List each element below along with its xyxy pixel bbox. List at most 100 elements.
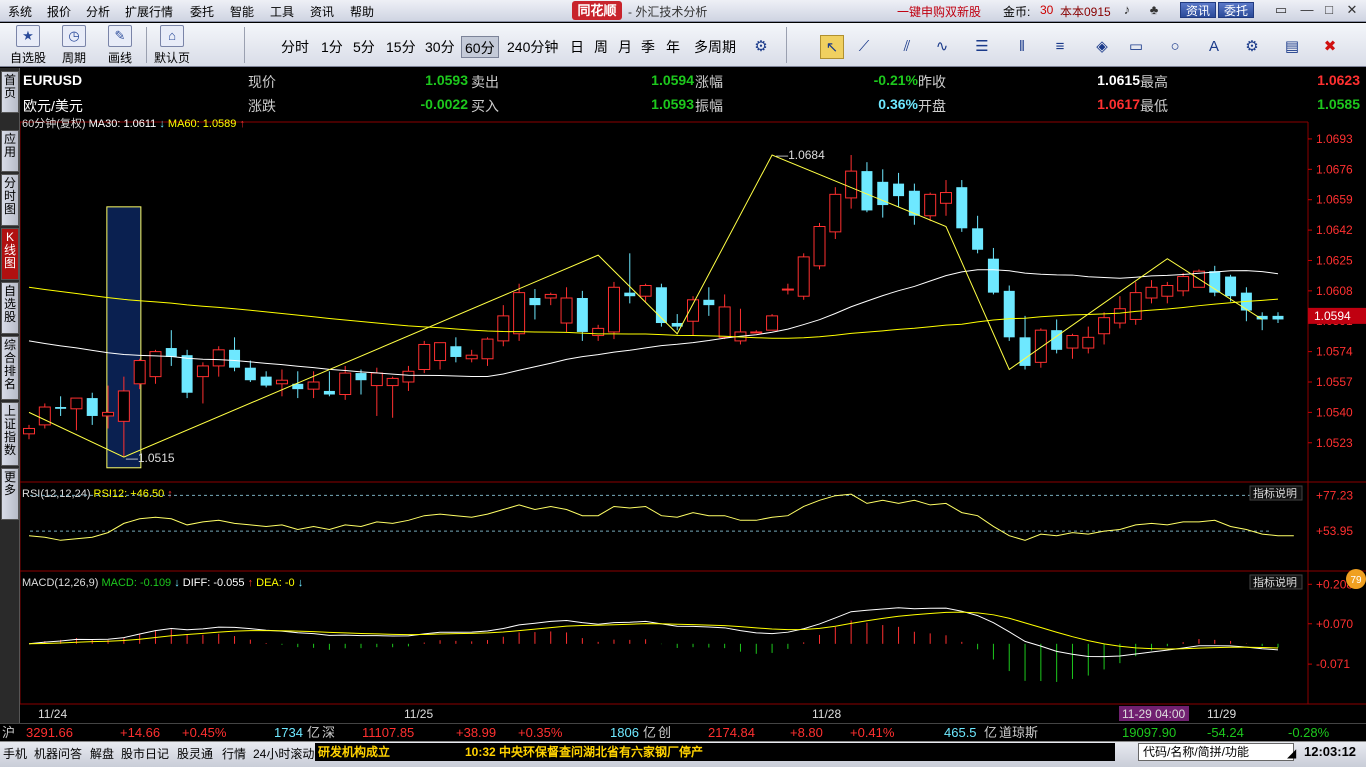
side-tab-timeshare[interactable]: 分时图 [1, 174, 19, 226]
draw-button[interactable]: ✎ 画线 [98, 25, 142, 65]
account-name[interactable]: 本本0915 [1060, 3, 1111, 20]
period-tab-60m[interactable]: 60分 [461, 36, 499, 58]
period-tab-multi[interactable]: 多周期 [691, 36, 739, 58]
candle-body [481, 338, 494, 360]
period-tab-15m[interactable]: 15分 [383, 36, 419, 58]
line-tool-icon[interactable]: ⟋ [852, 35, 876, 59]
menu-quote[interactable]: 报价 [47, 3, 71, 20]
candle-body [86, 398, 98, 416]
maximize-icon[interactable]: □ [1320, 2, 1338, 18]
ipo-promo-link[interactable]: 一键申购双新股 [897, 3, 981, 20]
wave-tool-icon[interactable]: ∿ [930, 35, 954, 59]
side-tab-more[interactable]: 更多 [1, 468, 19, 520]
period-tab-minute[interactable]: 分时 [278, 36, 312, 58]
delete-line-icon[interactable]: ✖ [1318, 35, 1342, 59]
bottom-item-quotes[interactable]: 行情 [222, 745, 246, 762]
side-tab-kline[interactable]: K线图 [1, 228, 19, 280]
quote-label: 昨收 [918, 74, 946, 90]
side-tab-ranking[interactable]: 综合排名 [1, 336, 19, 400]
menu-trade[interactable]: 委托 [190, 3, 214, 20]
draw-settings-icon[interactable]: ⚙ [1240, 35, 1264, 59]
channel-tool-icon[interactable]: ≡ [1048, 35, 1072, 59]
bottom-item-mobile[interactable]: 手机 [3, 745, 27, 762]
close-icon[interactable]: ✕ [1343, 2, 1361, 18]
candle-body [1034, 329, 1047, 363]
cy-label: 创 [658, 725, 672, 740]
watchlist-label: 自选股 [9, 51, 46, 65]
period-tab-month[interactable]: 月 [615, 36, 635, 58]
news-button[interactable]: 资讯 [1180, 2, 1217, 18]
quote-label: 开盘 [918, 98, 946, 114]
period-tab-week[interactable]: 周 [591, 36, 611, 58]
period-tab-day[interactable]: 日 [567, 36, 587, 58]
default-page-button[interactable]: ⌂ 默认页 [150, 25, 194, 65]
bottom-item-gulingtong[interactable]: 股灵通 [177, 745, 213, 762]
fill-tool-icon[interactable]: ◈ [1090, 35, 1114, 59]
cursor-icon[interactable]: ↖ [820, 35, 844, 59]
price-tick-label: 1.0557 [1316, 375, 1353, 389]
bottom-item-diary[interactable]: 股市日记 [121, 745, 169, 762]
menu-ext-quote[interactable]: 扩展行情 [125, 3, 173, 20]
watchlist-button[interactable]: ★ 自选股 [6, 25, 50, 65]
rect-tool-icon[interactable]: ▭ [1124, 35, 1148, 59]
menu-smart[interactable]: 智能 [230, 3, 254, 20]
candle-body [766, 315, 779, 331]
ma-legend-item: MA60: 1.0589 [168, 118, 240, 130]
shirt-icon[interactable]: ♣ [1145, 2, 1163, 18]
bottom-item-24h[interactable]: 24小时滚动 [253, 745, 314, 762]
news-ticker[interactable]: 研发机构成立 10:32 中央环保督查问湖北省有六家钢厂停产 [315, 743, 1115, 761]
restore-icon[interactable]: ▭ [1272, 2, 1290, 18]
period-tab-240m[interactable]: 240分钟 [504, 36, 561, 58]
menu-analysis[interactable]: 分析 [86, 3, 110, 20]
news-item[interactable]: 10:32 中央环保督查问湖北省有六家钢厂停产 [465, 743, 703, 761]
bottom-item-analysis[interactable]: 解盘 [90, 745, 114, 762]
bottom-item-qa[interactable]: 机器问答 [34, 745, 82, 762]
ellipse-tool-icon[interactable]: ○ [1163, 35, 1187, 59]
price-tick-label: 1.0625 [1316, 253, 1353, 267]
clock-dropdown-icon[interactable]: ◢ [1287, 746, 1296, 760]
sh-unit: 亿 [307, 725, 321, 740]
parallel-line-icon[interactable]: ⫽ [895, 35, 919, 59]
ma-legend: 60分钟(复权) MA30: 1.0611 ↓ MA60: 1.0589 ↑ [22, 116, 245, 130]
candle-body [450, 346, 462, 357]
news-item[interactable]: 研发机构成立 [318, 743, 390, 761]
xaxis-label: 11/24 [38, 707, 67, 721]
code-search-input[interactable]: 代码/名称/简拼/功能 [1138, 743, 1294, 761]
menu-tools[interactable]: 工具 [270, 3, 294, 20]
macd-legend: MACD(12,26,9) MACD: -0.109 ↓ DIFF: -0.05… [22, 577, 303, 589]
quote-row-1: EURUSD 现价 1.0593 卖出 1.0594 涨幅 -0.21% 昨收 … [20, 70, 1366, 92]
fib-tool-icon[interactable]: ☰ [970, 35, 994, 59]
settings-gear-icon[interactable]: ⚙ [749, 35, 773, 59]
period-tab-30m[interactable]: 30分 [422, 36, 458, 58]
save-line-icon[interactable]: ▤ [1280, 35, 1304, 59]
side-tab-sh-index[interactable]: 上证指数 [1, 402, 19, 466]
text-tool-icon[interactable]: A [1202, 35, 1226, 59]
price-tick-label: 1.0608 [1316, 284, 1353, 298]
candle-body [1082, 336, 1095, 349]
side-tab-apps[interactable]: 应用 [1, 130, 19, 172]
period-tab-1m[interactable]: 1分 [318, 36, 346, 58]
candle-body [1225, 276, 1237, 297]
quote-label: 涨幅 [695, 74, 723, 90]
ma-legend-item: MA30: 1.0611 [89, 118, 160, 130]
period-tab-5m[interactable]: 5分 [350, 36, 378, 58]
period-button[interactable]: ◷ 周期 [52, 25, 96, 65]
candle-body [576, 298, 588, 332]
period-tab-quarter[interactable]: 季 [638, 36, 658, 58]
macd-legend-item: MACD: -0.109 [101, 577, 174, 589]
side-tab-watchlist[interactable]: 自选股 [1, 282, 19, 334]
trade-button[interactable]: 委托 [1218, 2, 1255, 18]
kline-chart[interactable]: 1.0693 1.0676 1.0659 1.0642 1.0625 1.0608 1.05… [20, 116, 1366, 722]
minimize-icon[interactable]: — [1298, 2, 1316, 18]
candle-body [212, 349, 225, 367]
gann-tool-icon[interactable]: ‖ [1010, 35, 1034, 59]
period-label: 周期 [61, 51, 86, 65]
side-tab-home[interactable]: 首页 [1, 71, 19, 113]
bell-icon[interactable]: ♪ [1118, 2, 1136, 18]
side-tabs: 首页 应用 分时图 K线图 自选股 综合排名 上证指数 更多 [0, 68, 20, 740]
menu-help[interactable]: 帮助 [350, 3, 374, 20]
default-page-label: 默认页 [153, 51, 190, 65]
period-tab-year[interactable]: 年 [663, 36, 683, 58]
menu-news[interactable]: 资讯 [310, 3, 334, 20]
menu-system[interactable]: 系统 [8, 3, 32, 20]
